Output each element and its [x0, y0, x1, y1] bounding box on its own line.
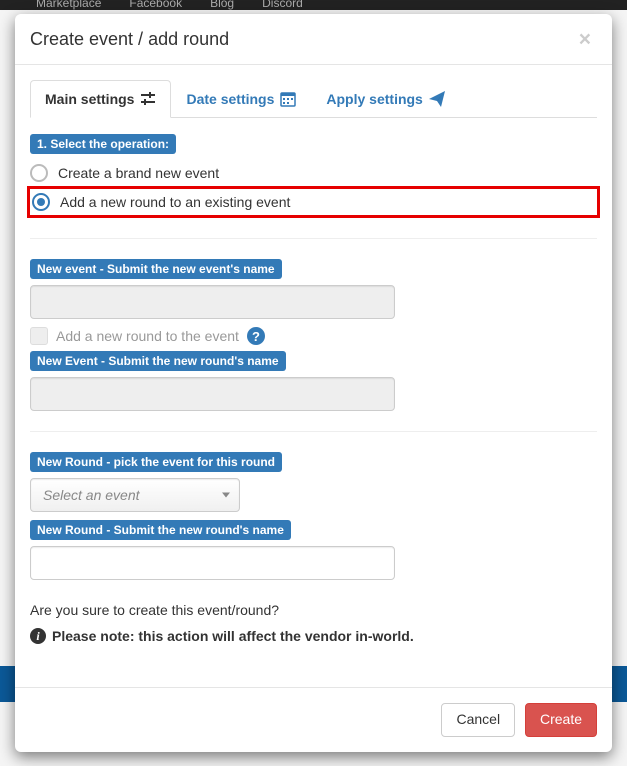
field-label: New Round - pick the event for this roun… [30, 452, 282, 472]
event-select-display[interactable] [30, 478, 240, 512]
modal-header: Create event / add round × [15, 14, 612, 65]
new-round-name-block: New Round - Submit the new round's name [30, 520, 597, 580]
tab-label: Date settings [186, 91, 274, 107]
field-label: New Event - Submit the new round's name [30, 351, 286, 371]
divider [30, 431, 597, 432]
new-event-round-name-block: New Event - Submit the new round's name [30, 351, 597, 411]
modal-footer: Cancel Create [15, 687, 612, 752]
page-backdrop: Marketplace Facebook Blog Discord Create… [0, 0, 627, 766]
radio-option-new-event[interactable]: Create a brand new event [30, 160, 597, 186]
operation-radio-group: Create a brand new event Add a new round… [30, 160, 597, 218]
note-row: i Please note: this action will affect t… [30, 628, 597, 644]
radio-icon[interactable] [32, 193, 50, 211]
tab-apply-settings[interactable]: Apply settings [311, 80, 459, 118]
bg-nav-item: Discord [262, 0, 303, 10]
event-select[interactable] [30, 478, 240, 512]
info-icon: i [30, 628, 46, 644]
tab-label: Main settings [45, 91, 134, 107]
note-text: Please note: this action will affect the… [52, 628, 414, 644]
bg-nav-item: Blog [210, 0, 234, 10]
add-round-checkbox [30, 327, 48, 345]
bg-nav-item: Marketplace [36, 0, 101, 10]
step-1-label: 1. Select the operation: [30, 134, 176, 154]
settings-tabs: Main settings Date settings [30, 80, 597, 118]
radio-icon[interactable] [30, 164, 48, 182]
radio-label: Add a new round to an existing event [60, 194, 290, 210]
help-icon[interactable]: ? [247, 327, 265, 345]
tab-main-settings[interactable]: Main settings [30, 80, 171, 118]
field-label: New event - Submit the new event's name [30, 259, 282, 279]
new-event-name-input [30, 285, 395, 319]
add-round-checkbox-row: Add a new round to the event ? [30, 327, 597, 345]
close-icon[interactable]: × [573, 28, 597, 51]
tab-label: Apply settings [326, 91, 422, 107]
create-event-modal: Create event / add round × Main settings… [15, 14, 612, 752]
new-round-name-input[interactable] [30, 546, 395, 580]
tab-date-settings[interactable]: Date settings [171, 80, 311, 118]
paper-plane-icon [429, 91, 445, 107]
divider [30, 238, 597, 239]
new-event-round-name-input [30, 377, 395, 411]
sliders-icon [140, 91, 156, 107]
create-button[interactable]: Create [525, 703, 597, 737]
background-top-nav: Marketplace Facebook Blog Discord [0, 0, 627, 10]
cancel-button[interactable]: Cancel [441, 703, 515, 737]
radio-option-add-round[interactable]: Add a new round to an existing event [27, 186, 600, 218]
pick-event-block: New Round - pick the event for this roun… [30, 452, 597, 512]
field-label: New Round - Submit the new round's name [30, 520, 291, 540]
calendar-icon [280, 91, 296, 107]
radio-label: Create a brand new event [58, 165, 219, 181]
new-event-name-block: New event - Submit the new event's name [30, 259, 597, 319]
checkbox-label: Add a new round to the event [56, 328, 239, 344]
bg-nav-item: Facebook [129, 0, 182, 10]
confirm-text: Are you sure to create this event/round? [30, 602, 597, 618]
modal-title: Create event / add round [30, 29, 597, 50]
modal-body: Main settings Date settings [15, 65, 612, 687]
